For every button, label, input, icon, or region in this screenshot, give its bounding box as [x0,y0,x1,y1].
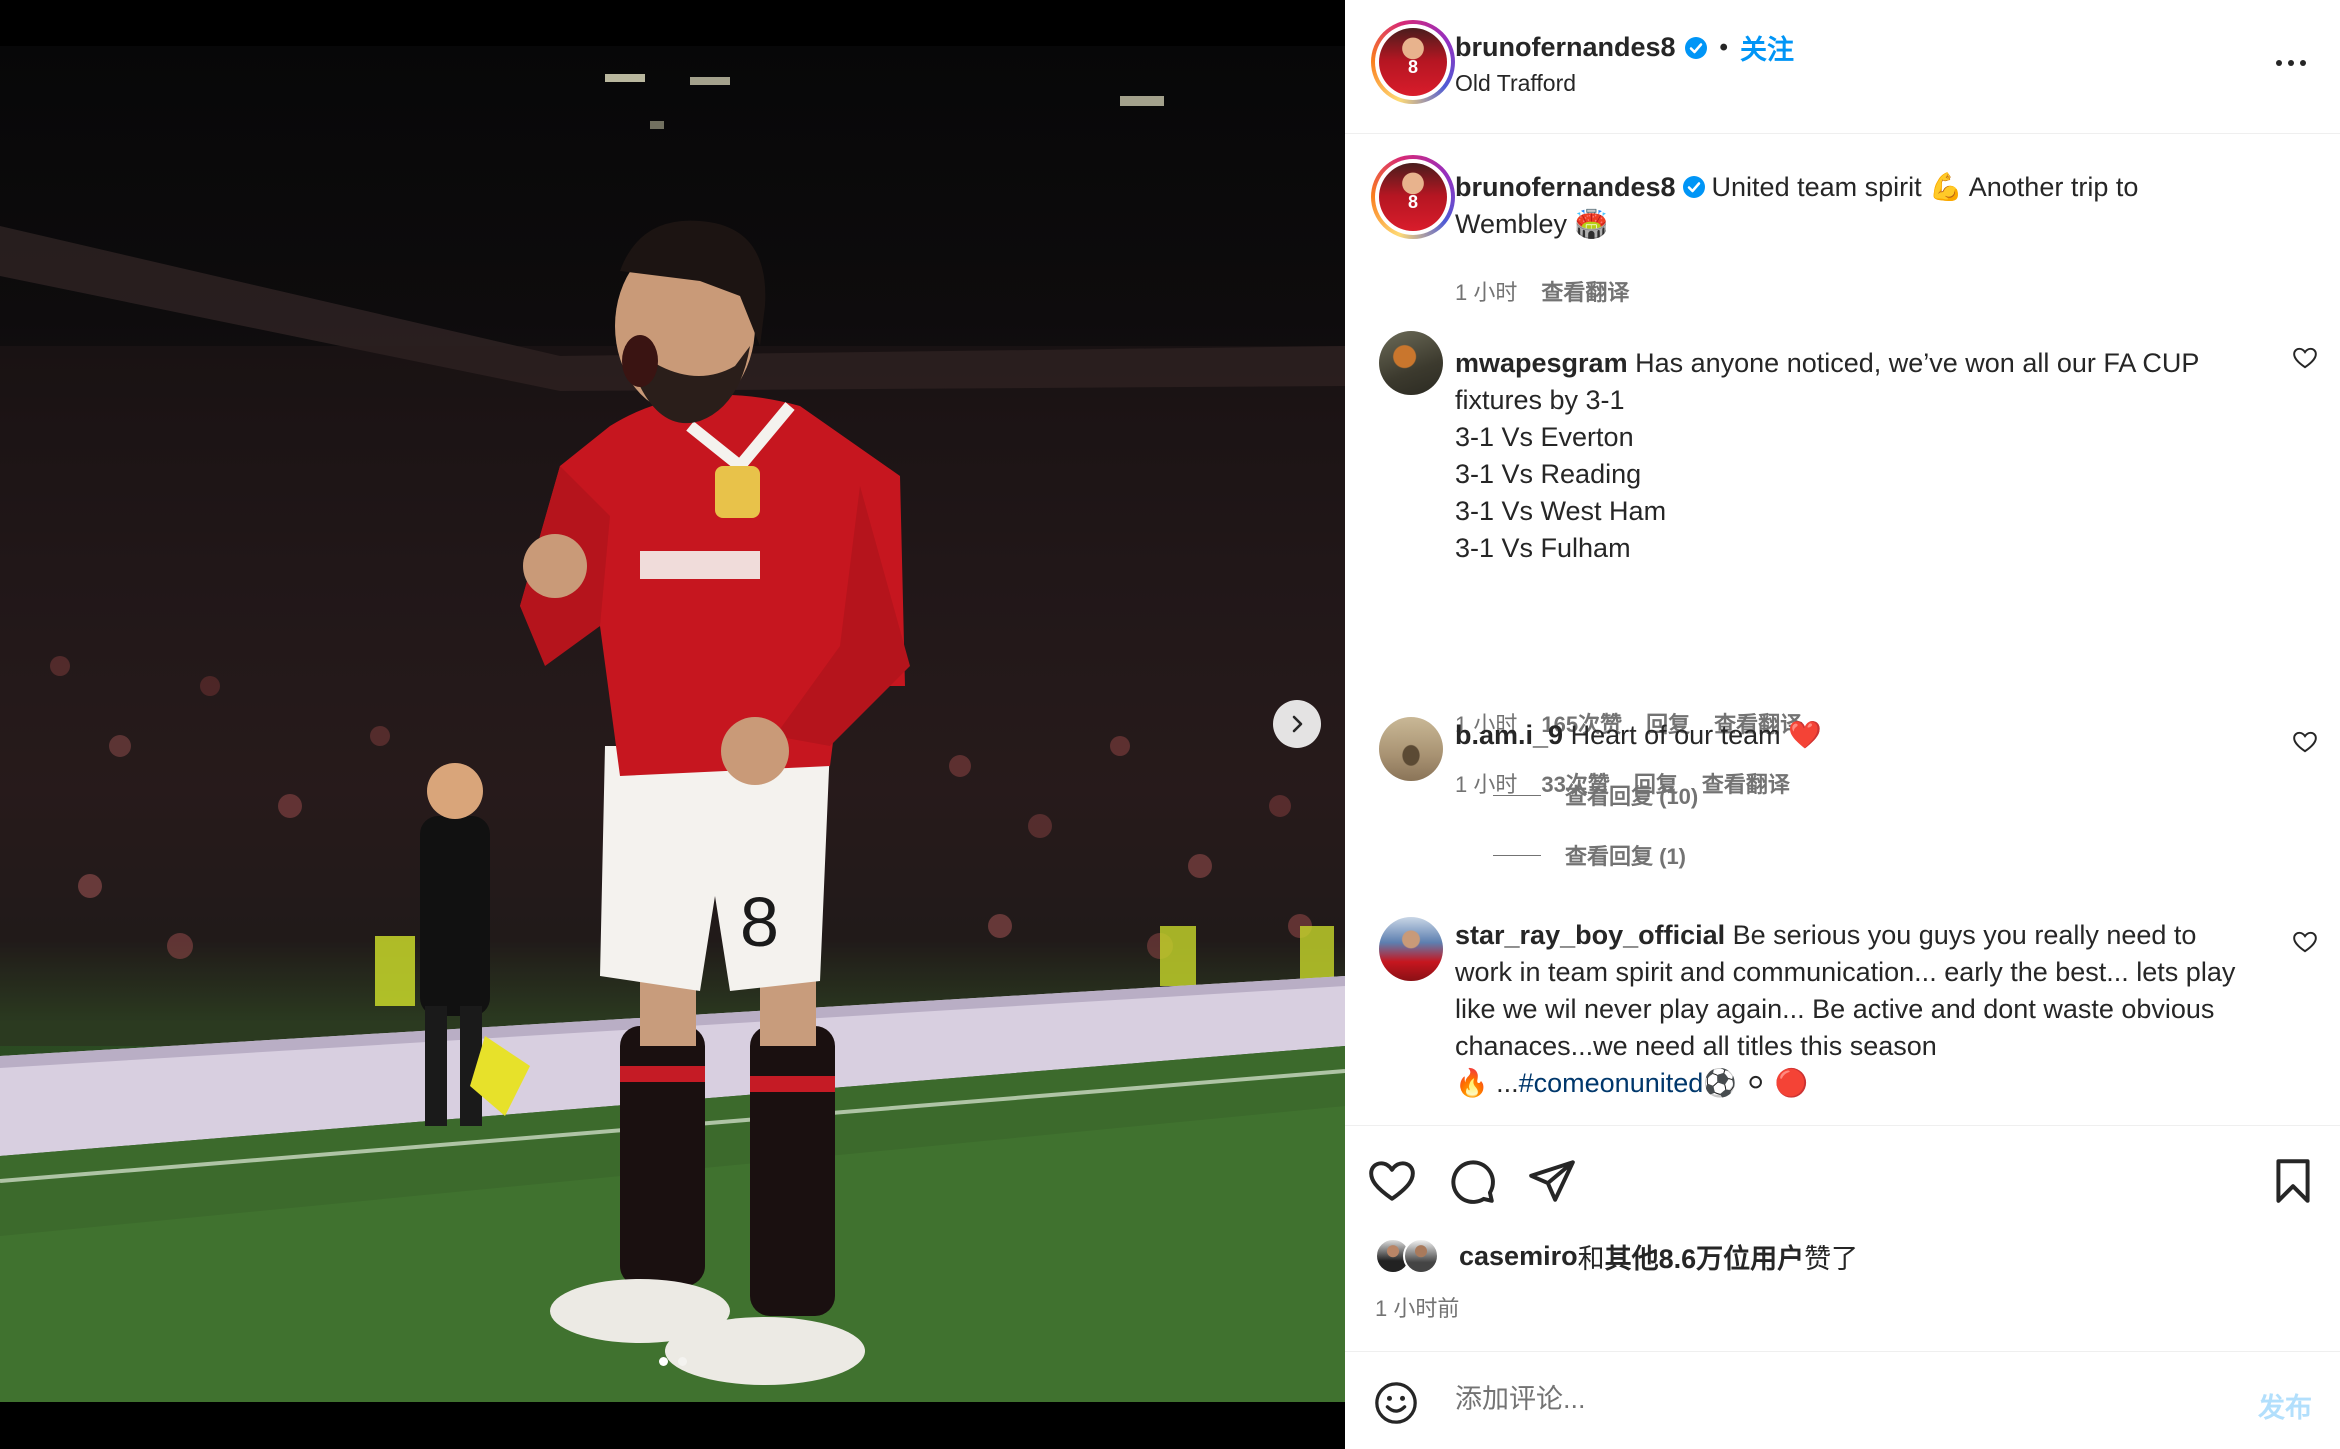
carousel-indicator [0,1357,1345,1366]
comment-translate-button[interactable]: 查看翻译 [1702,767,1790,799]
post-timestamp[interactable]: 1 小时前 [1375,1291,1459,1323]
view-replies-button[interactable]: 查看回复 (1) [1493,839,1686,871]
chevron-right-icon [1292,715,1303,733]
comment-username[interactable]: mwapesgram [1455,348,1628,378]
more-options-icon[interactable] [2274,48,2308,78]
verified-badge-icon [1682,176,1705,198]
comment-text-line: Heart of our team ❤️ [1570,720,1822,750]
post-viewer: 8 8 brunofernandes8 • 关注 Old Trafford 8 … [0,0,2340,1449]
comment-meta: 1 小时 33次赞 回复 查看翻译 [1455,767,1790,799]
caption-meta: 1 小时 查看翻译 [1455,275,1629,307]
comment-time[interactable]: 1 小时 [1455,767,1517,799]
caption-body: brunofernandes8 United team spirit 💪 Anot… [1455,169,2215,243]
comment-text-line: 3-1 Vs West Ham [1455,496,1667,526]
comment-body: b.am.i_9 Heart of our team ❤️ [1455,717,2245,754]
liker-avatar [1403,1238,1439,1274]
author-avatar [1379,28,1447,96]
comment-body: mwapesgram Has anyone noticed, we’ve won… [1455,345,2245,567]
comment-username[interactable]: star_ray_boy_official [1455,920,1725,950]
caption-avatar-ring[interactable] [1371,155,1455,239]
emoji-icon[interactable] [1373,1380,1419,1426]
bookmark-icon[interactable] [2268,1156,2318,1206]
author-avatar-ring[interactable] [1371,20,1455,104]
likes-connector: 和 [1577,1243,1605,1274]
caption-time[interactable]: 1 小时 [1455,275,1517,307]
comment-reply-button[interactable]: 回复 [1634,767,1678,799]
carousel-dot-2 [677,1357,687,1366]
comment-body: star_ray_boy_official Be serious you guy… [1455,917,2245,1102]
post-header: brunofernandes8 • 关注 Old Trafford [1345,0,2340,134]
comment-tail-suffix: ⚽ ⚪ 🔴 [1703,1068,1809,1098]
comment-likes-count[interactable]: 33次赞 [1541,767,1609,799]
post-side-panel: brunofernandes8 • 关注 Old Trafford [1345,0,2340,1449]
comment-avatar[interactable] [1379,717,1443,781]
post-media: 8 [0,0,1345,1449]
share-icon[interactable] [1527,1156,1577,1206]
caption-avatar [1379,163,1447,231]
comment-text-line: 3-1 Vs Fulham [1455,533,1631,563]
likes-others[interactable]: 其他8.6万位用户 [1605,1237,1805,1276]
comment-like-icon[interactable] [2292,929,2318,955]
comment-hashtag[interactable]: #comeonunited [1519,1068,1704,1098]
carousel-dot-1 [658,1357,668,1366]
comment-like-icon[interactable] [2292,345,2318,371]
comments-list[interactable]: brunofernandes8United team spirit 💪 Anot… [1345,135,2340,1125]
comment-icon[interactable] [1447,1156,1497,1206]
likes-summary[interactable]: casemiro 和其他8.6万位用户 赞了 [1375,1236,1858,1276]
comment-like-icon[interactable] [2292,729,2318,755]
carousel-next-button[interactable] [1273,700,1321,748]
post-header-user: brunofernandes8 • 关注 [1455,28,1794,67]
comment-username[interactable]: b.am.i_9 [1455,720,1563,750]
view-replies-line [1493,854,1541,856]
post-comment-button[interactable]: 发布 [2258,1386,2312,1425]
heart-icon[interactable] [1367,1156,1417,1206]
view-replies-label: 查看回复 (1) [1565,844,1687,869]
comment-tail-prefix: 🔥 ... [1455,1068,1519,1098]
comment-avatar[interactable] [1379,331,1443,395]
comment-text-line: 3-1 Vs Everton [1455,422,1634,452]
post-actions: casemiro 和其他8.6万位用户 赞了 1 小时前 [1345,1125,2340,1350]
likes-suffix: 赞了 [1804,1243,1859,1274]
comment-avatar[interactable] [1379,917,1443,981]
post-photo[interactable]: 8 [0,46,1345,1402]
author-username[interactable]: brunofernandes8 [1455,32,1676,63]
follow-button[interactable]: 关注 [1740,28,1794,67]
photo-illustration: 8 [0,74,1345,1402]
header-separator: • [1719,33,1728,61]
caption-username[interactable]: brunofernandes8 [1455,172,1676,202]
comment-input[interactable] [1455,1374,2155,1424]
post-location[interactable]: Old Trafford [1455,70,1576,97]
add-comment-bar: 发布 [1345,1351,2340,1449]
caption-translate-button[interactable]: 查看翻译 [1541,275,1629,307]
verified-badge-icon [1684,36,1707,59]
svg-text:8: 8 [740,883,779,961]
comment-text-line: 3-1 Vs Reading [1455,459,1642,489]
likes-first-user[interactable]: casemiro [1459,1241,1578,1272]
likers-avatars [1375,1236,1447,1276]
